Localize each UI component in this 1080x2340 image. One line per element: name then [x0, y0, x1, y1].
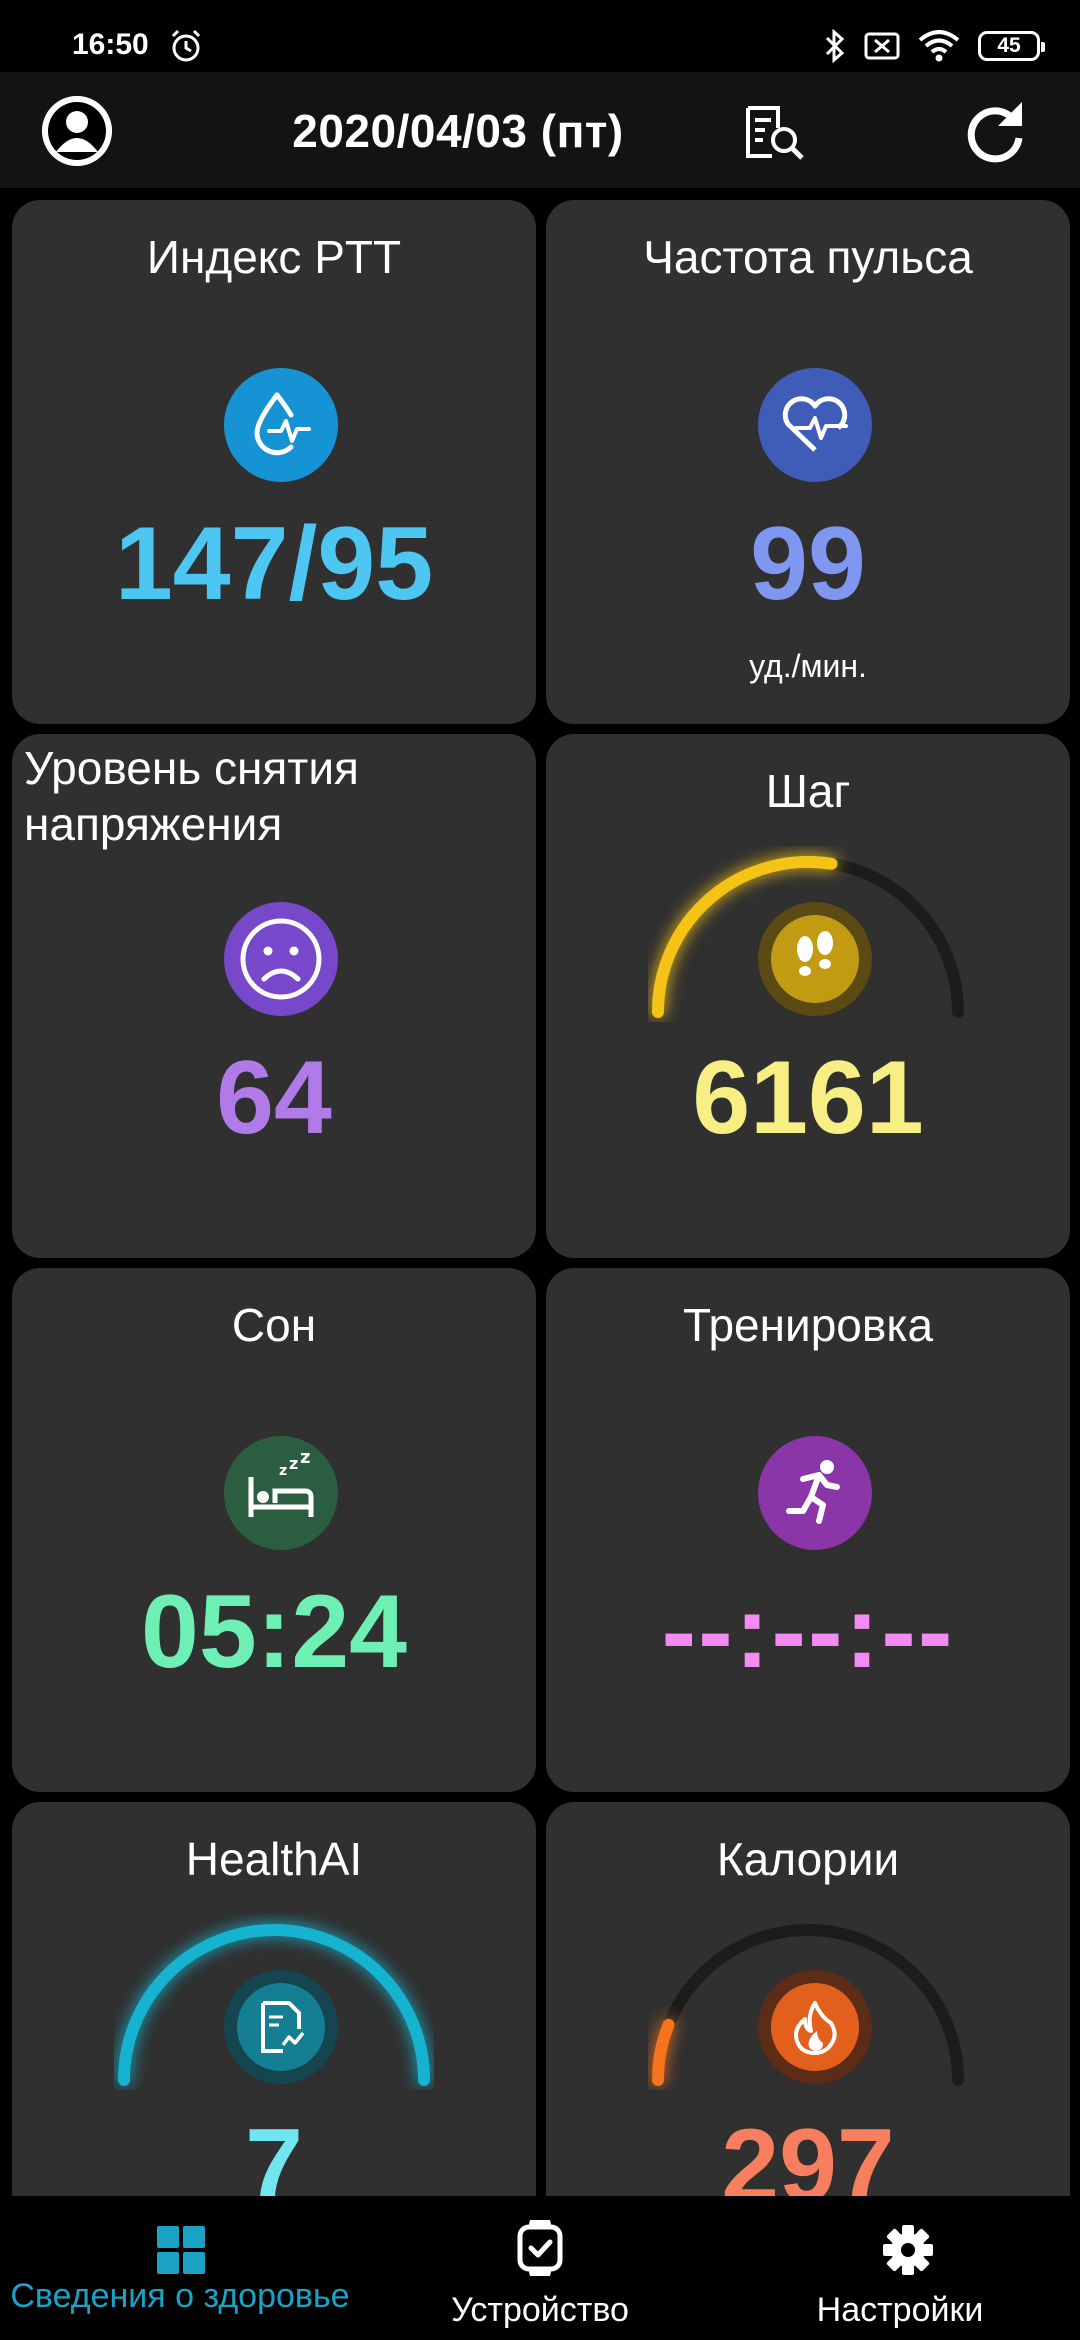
steps-card[interactable]: Шаг 6161	[546, 734, 1070, 1258]
ptt-title: Индекс PTT	[146, 231, 402, 283]
stress-value: 64	[216, 1040, 332, 1156]
calories-card[interactable]: Калории 297	[546, 1802, 1070, 2196]
refresh-icon[interactable]	[962, 98, 1028, 164]
pulse-title: Частота пульса	[643, 231, 973, 283]
healthai-title: HealthAI	[185, 1833, 363, 1885]
calories-title: Калории	[716, 1833, 900, 1885]
status-time: 16:50	[72, 28, 149, 61]
nav-device[interactable]: Устройство	[360, 2196, 720, 2340]
sleep-value: 05:24	[141, 1574, 407, 1690]
pulse-value: 99	[750, 506, 866, 622]
ptt-value: 147/95	[114, 506, 434, 622]
wifi-icon	[918, 30, 960, 62]
stress-card[interactable]: Уровень снятия напряжения 64	[12, 734, 536, 1258]
watch-icon	[517, 2220, 563, 2276]
bottom-nav: Сведения о здоровье Устройство Настройки	[0, 2196, 1080, 2340]
health-cards-grid: Индекс PTT 147/95 Частота пульса 99 уд./…	[0, 196, 1080, 2196]
running-icon	[758, 1436, 872, 1550]
header-date: 2020/04/03 (пт)	[292, 105, 624, 157]
bed-icon: z z z	[224, 1436, 338, 1550]
battery-icon: 45	[978, 31, 1045, 61]
alarm-icon	[171, 29, 201, 62]
grid-icon	[157, 2226, 205, 2274]
workout-card[interactable]: Тренировка --:--:--	[546, 1268, 1070, 1792]
pulse-unit: уд./мин.	[749, 648, 867, 684]
app-header: 2020/04/03 (пт)	[0, 72, 1080, 188]
nav-health-label: Сведения о здоровье	[10, 2277, 350, 2315]
bluetooth-icon	[825, 29, 845, 63]
nav-device-label: Устройство	[451, 2291, 629, 2329]
report-icon	[224, 1970, 338, 2084]
steps-title: Шаг	[765, 765, 851, 817]
nav-settings-label: Настройки	[816, 2291, 984, 2329]
search-doc-icon[interactable]	[744, 102, 806, 162]
sim-off-icon	[864, 32, 900, 60]
calories-value: 297	[721, 2108, 895, 2196]
nav-settings[interactable]: Настройки	[720, 2196, 1080, 2340]
blood-pressure-icon	[224, 368, 338, 482]
sad-face-icon	[224, 902, 338, 1016]
svg-text:z: z	[300, 1451, 310, 1468]
sleep-card[interactable]: Сон z z z 05:24	[12, 1268, 536, 1792]
svg-text:z: z	[279, 1463, 287, 1479]
nav-health[interactable]: Сведения о здоровье	[0, 2196, 360, 2340]
healthai-value: 7	[245, 2108, 303, 2196]
svg-text:z: z	[289, 1454, 298, 1473]
healthai-card[interactable]: HealthAI 7	[12, 1802, 536, 2196]
ptt-card[interactable]: Индекс PTT 147/95	[12, 200, 536, 724]
steps-value: 6161	[692, 1040, 924, 1156]
workout-value: --:--:--	[661, 1574, 955, 1690]
sleep-title: Сон	[231, 1299, 317, 1351]
workout-title: Тренировка	[682, 1299, 934, 1351]
stress-title: Уровень снятия напряжения	[24, 742, 359, 850]
footsteps-icon	[758, 902, 872, 1016]
gear-icon	[883, 2225, 933, 2275]
heart-rate-icon	[758, 368, 872, 482]
pulse-card[interactable]: Частота пульса 99 уд./мин.	[546, 200, 1070, 724]
flame-icon	[758, 1970, 872, 2084]
status-bar: 16:50 45	[0, 0, 1080, 72]
